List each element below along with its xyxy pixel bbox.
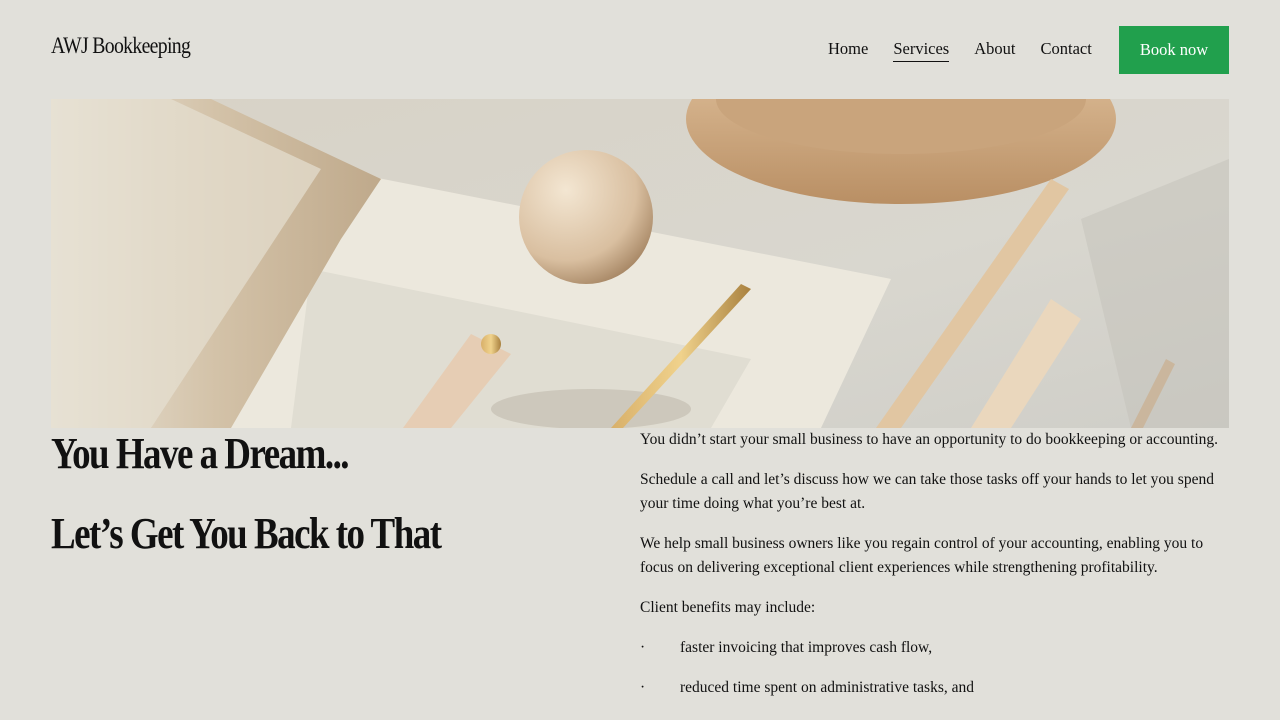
list-item: · faster invoicing that improves cash fl…: [640, 636, 1230, 660]
services-description: You didn’t start your small business to …: [640, 428, 1230, 716]
headline-dream: You Have a Dream...: [51, 429, 350, 478]
benefit-text: faster invoicing that improves cash flow…: [680, 639, 933, 656]
hero-still-life-illustration: [51, 99, 1229, 428]
nav-services-link[interactable]: Services: [893, 39, 950, 62]
headline-get-back: Let’s Get You Back to That: [51, 509, 442, 558]
main-nav: Home Services About Contact: [828, 39, 1117, 62]
bullet-marker: ·: [640, 639, 646, 656]
nav-contact-link[interactable]: Contact: [1040, 39, 1091, 62]
hero-image: [51, 99, 1229, 428]
nav-home-link[interactable]: Home: [828, 39, 868, 62]
benefit-text: reduced time spent on administrative tas…: [680, 679, 974, 696]
bullet-marker: ·: [640, 679, 646, 696]
schedule-paragraph: Schedule a call and let’s discuss how we…: [640, 471, 1214, 512]
brand-logo-text[interactable]: AWJ Bookkeeping: [51, 33, 191, 59]
list-item: · reduced time spent on administrative t…: [640, 676, 1230, 700]
help-paragraph: We help small business owners like you r…: [640, 535, 1204, 576]
book-now-button[interactable]: Book now: [1119, 26, 1229, 74]
site-header: AWJ Bookkeeping Home Services About Cont…: [0, 0, 1280, 98]
benefits-intro: Client benefits may include:: [640, 599, 816, 616]
intro-paragraph: You didn’t start your small business to …: [640, 431, 1219, 448]
nav-about-link[interactable]: About: [974, 39, 1015, 62]
